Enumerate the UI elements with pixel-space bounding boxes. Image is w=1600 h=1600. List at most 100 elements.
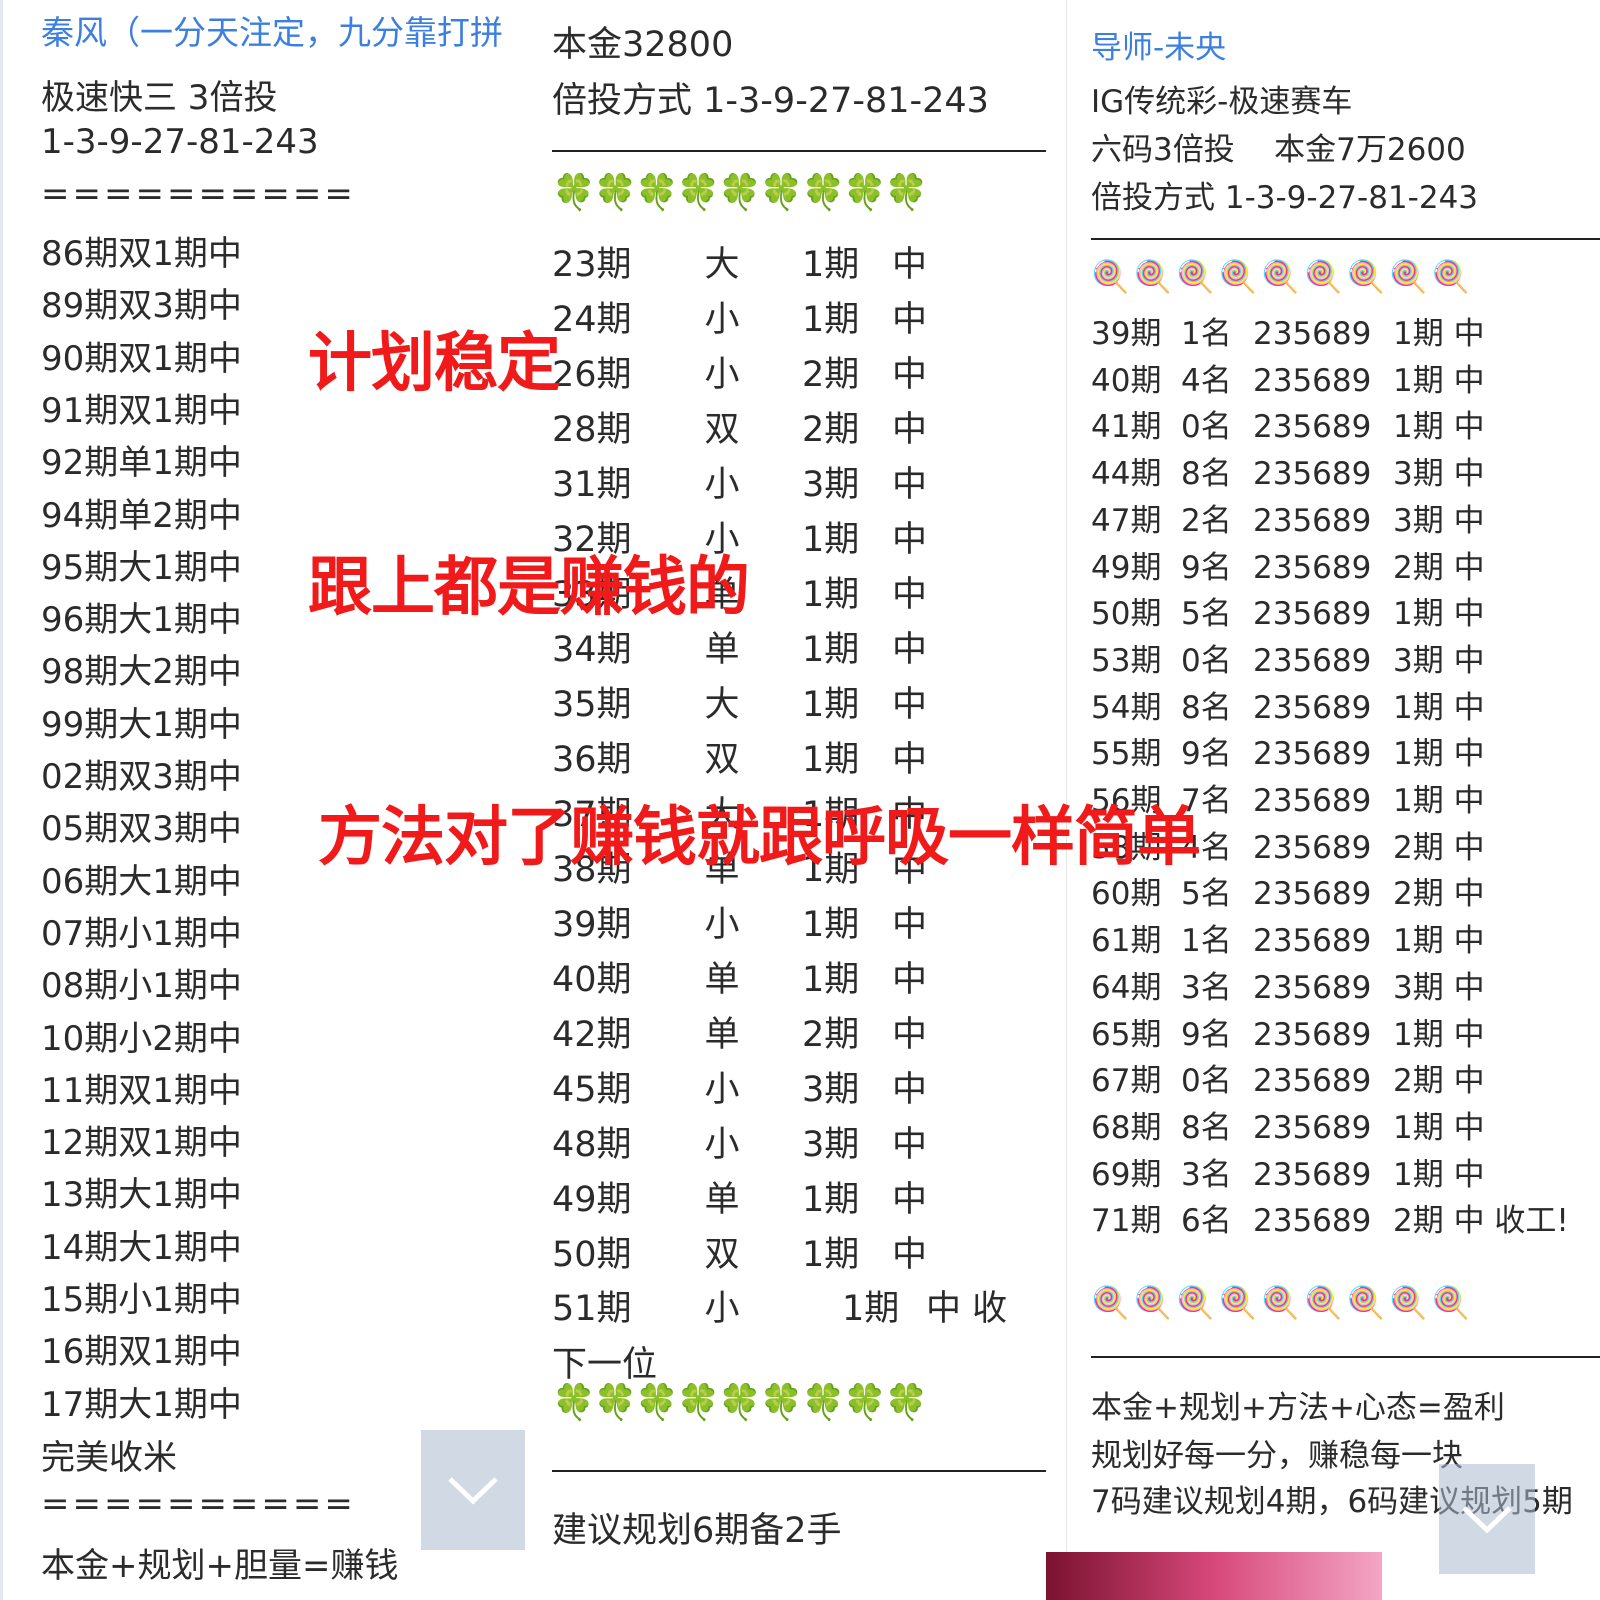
record-cell: 0名 [1181,642,1232,679]
record-cell: 2期 [802,410,860,450]
record-cell: 44期 [1091,456,1162,493]
scroll-down-button[interactable] [421,1430,525,1550]
mentor-name[interactable]: 导师-未央 [1091,22,1226,67]
record-cell: 2期 中 [1393,1063,1485,1100]
record-row: 92期 单 1期 中 [41,435,242,484]
record-cell: 小 [118,913,153,954]
record-cell: 1期 中 [1393,362,1485,399]
record-cell: 2期 中 [1393,549,1485,586]
left-title[interactable]: 秦风（一分天注定，九分靠打拼 [41,6,503,54]
record-cell: 17期 [41,1384,119,1425]
record-row: 40期 4名 235689 1期 中 [1091,355,1485,400]
record-row: 34期 单 1期中 [552,621,927,672]
record-cell: 3名 [1181,969,1232,1006]
record-cell: 单 [118,495,153,536]
record-cell: 单 [704,1180,740,1220]
middle-next: 下一位 [552,1345,658,1385]
record-cell: 1期 中 [1393,1109,1485,1146]
record-cell: 3期 [152,757,208,797]
record-cell: 中 [207,338,242,379]
right-motto: 规划好每一分，赚稳每一块 [1091,1438,1463,1474]
scroll-down-button-2[interactable] [1439,1464,1535,1574]
record-cell: 1期 [152,861,208,902]
record-cell: 1期 [152,338,208,379]
record-cell: 36期 [552,740,632,780]
record-row: 89期 双 3期 中 [41,278,242,327]
record-cell: 07期 [41,913,119,954]
record-cell: 大 [118,1227,153,1268]
record-cell: 95期 [41,547,119,588]
record-cell: 小 [704,465,740,505]
record-cell: 98期 [41,652,119,693]
record-cell: 1期 [152,1123,208,1164]
record-cell: 1期 [802,575,860,615]
record-cell: 12期 [41,1123,119,1164]
record-cell: 1期 [152,704,208,745]
record-cell: 3期 [802,1070,860,1110]
record-row: 02期 双 3期 中 [41,749,242,798]
record-cell: 06期 [41,861,119,902]
middle-last-record: 51期小 1期中 收 [552,1289,1008,1329]
record-cell: 28期 [552,410,632,450]
record-cell: 23期 [552,245,632,285]
record-row: 99期 大 1期 中 [41,697,242,746]
record-row: 49期 9名 235689 2期 中 [1091,542,1485,587]
record-cell: 3期 中 [1393,642,1485,679]
record-cell: 235689 [1253,362,1372,399]
record-cell: 1期 中 [1393,1016,1485,1053]
record-cell: 1期 [152,1280,208,1320]
record-cell: 中 [892,740,928,780]
record-row: 36期 双 1期中 [552,731,927,782]
record-cell: 3名 [1181,1156,1232,1193]
record-cell: 中 [207,234,242,274]
chevron-down-icon [1462,1506,1512,1534]
record-row: 91期 双 1期 中 [41,383,242,432]
record-row: 71期 6名 235689 2期 中 收工! [1091,1195,1569,1240]
record-cell: 1期 中 [1393,316,1485,352]
record-cell: 34期 [552,630,632,670]
record-row: 49期 单 1期中 [552,1171,927,1222]
record-cell: 1名 [1181,923,1232,960]
record-cell: 53期 [1091,642,1162,679]
record-cell: 双 [118,286,153,327]
record-cell: 24期 [552,300,632,340]
record-row: 96期 大 1期 中 [41,592,242,641]
record-cell: 大 [118,704,153,745]
record-row: 42期 单 2期中 [552,1006,927,1057]
record-cell: 9名 [1181,736,1232,773]
record-cell: 89期 [41,286,119,327]
record-cell: 大 [704,245,740,285]
record-cell: 08期 [41,966,119,1007]
record-cell: 39期 [1091,316,1162,352]
record-cell: 1期 [802,905,860,945]
record-row: 39期 1名 235689 1期 中 [1091,308,1485,353]
record-row: 26期 小 2期中 [552,346,927,397]
record-cell: 双 [704,410,740,450]
overlay-line-1: 计划稳定 [308,327,561,401]
record-cell: 大 [118,1175,153,1216]
record-cell: 235689 [1253,596,1372,633]
record-cell: 1期 [802,1235,860,1275]
record-cell: 1期 [152,966,208,1007]
record-cell: 69期 [1091,1156,1162,1193]
image-thumbnail[interactable] [1046,1552,1382,1600]
record-cell: 单 [704,1015,740,1055]
record-cell: 中 [892,520,928,560]
left-game: 极速快三 3倍投 [41,78,278,118]
record-row: 10期 小 2期 中 [41,1011,242,1060]
clover-row-2: 🍀🍀🍀🍀🍀🍀🍀🍀🍀 [552,1383,928,1423]
divider-rule-4 [1091,1356,1600,1358]
record-cell: 中 [892,1070,928,1110]
record-row: 28期 双 2期中 [552,401,927,452]
record-cell: 67期 [1091,1063,1162,1100]
record-cell: 235689 [1253,502,1372,539]
record-cell: 49期 [1091,549,1162,586]
record-cell: 中 [892,575,928,615]
record-row: 31期 小 3期中 [552,456,927,507]
record-cell: 39期 [552,905,632,945]
record-row: 16期 双 1期 中 [41,1324,242,1373]
record-cell: 86期 [41,234,119,274]
record-cell: 1期 [802,300,860,340]
record-cell: 15期 [41,1280,119,1320]
record-cell: 中 [207,390,242,431]
